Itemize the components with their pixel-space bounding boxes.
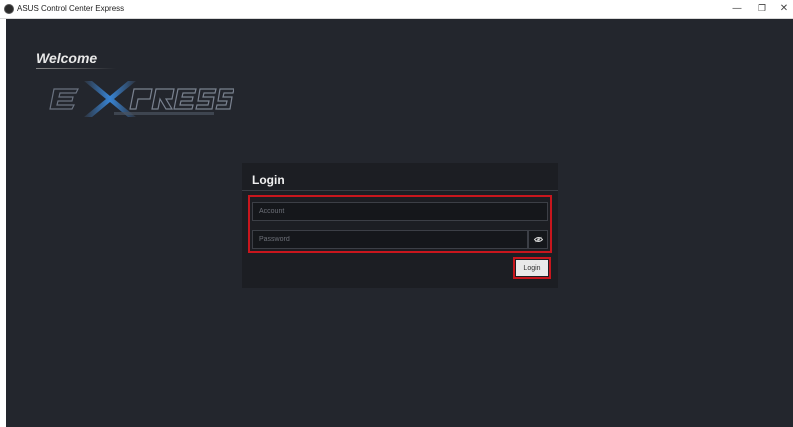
eye-icon: [533, 236, 543, 243]
minimize-button[interactable]: —: [725, 0, 749, 18]
app-icon: [4, 4, 14, 14]
welcome-underline: [36, 68, 116, 69]
window-title: ASUS Control Center Express: [17, 4, 125, 13]
login-title: Login: [252, 173, 285, 187]
main-area: Welcome Login Account Login: [6, 19, 793, 427]
close-button[interactable]: ✕: [772, 0, 793, 18]
express-logo: [49, 81, 234, 117]
password-input[interactable]: [252, 230, 528, 249]
login-divider: [242, 190, 558, 191]
maximize-button[interactable]: ❐: [750, 0, 774, 18]
title-bar: ASUS Control Center Express — ❐ ✕: [0, 0, 793, 19]
show-password-button[interactable]: [528, 230, 548, 249]
login-button[interactable]: Login: [516, 260, 548, 276]
welcome-heading: Welcome: [36, 50, 98, 66]
login-panel: Login Login: [242, 163, 558, 288]
account-input[interactable]: [252, 202, 548, 221]
